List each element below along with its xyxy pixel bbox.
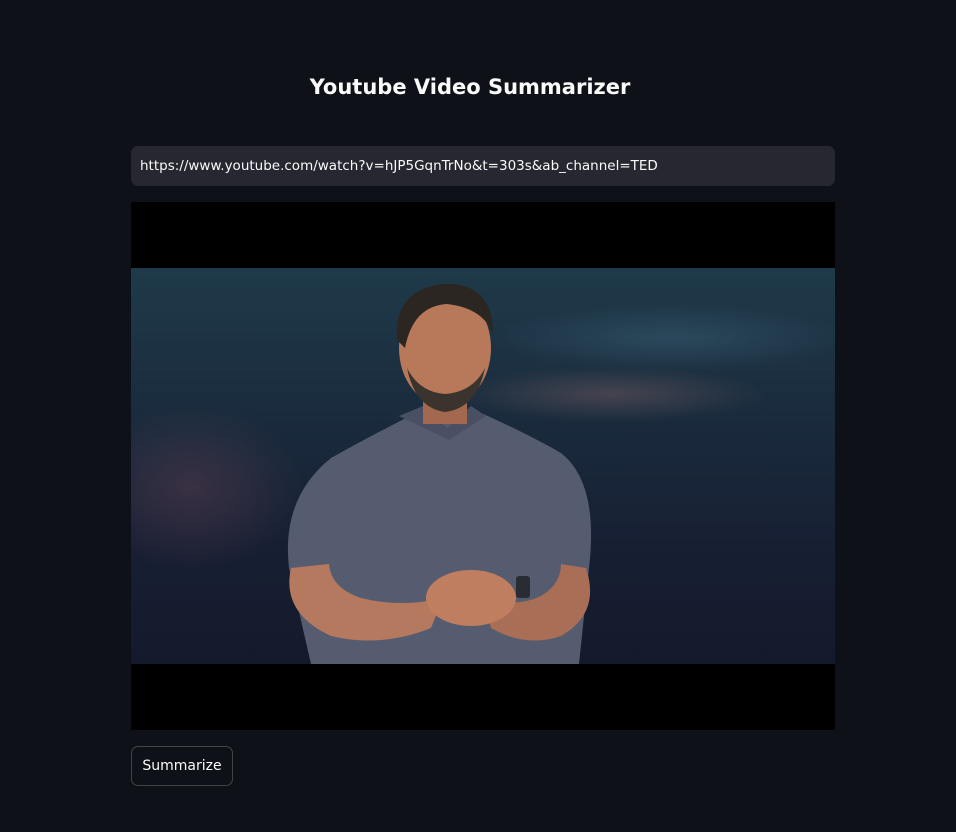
app-root: Youtube Video Summarizer https://www.you… (0, 0, 956, 832)
video-thumbnail (131, 268, 835, 664)
summarize-button[interactable]: Summarize (131, 746, 233, 786)
video-player[interactable] (131, 202, 835, 730)
speaker-image (287, 283, 592, 664)
youtube-url-input[interactable] (131, 146, 835, 186)
page-title: Youtube Video Summarizer (309, 75, 631, 99)
